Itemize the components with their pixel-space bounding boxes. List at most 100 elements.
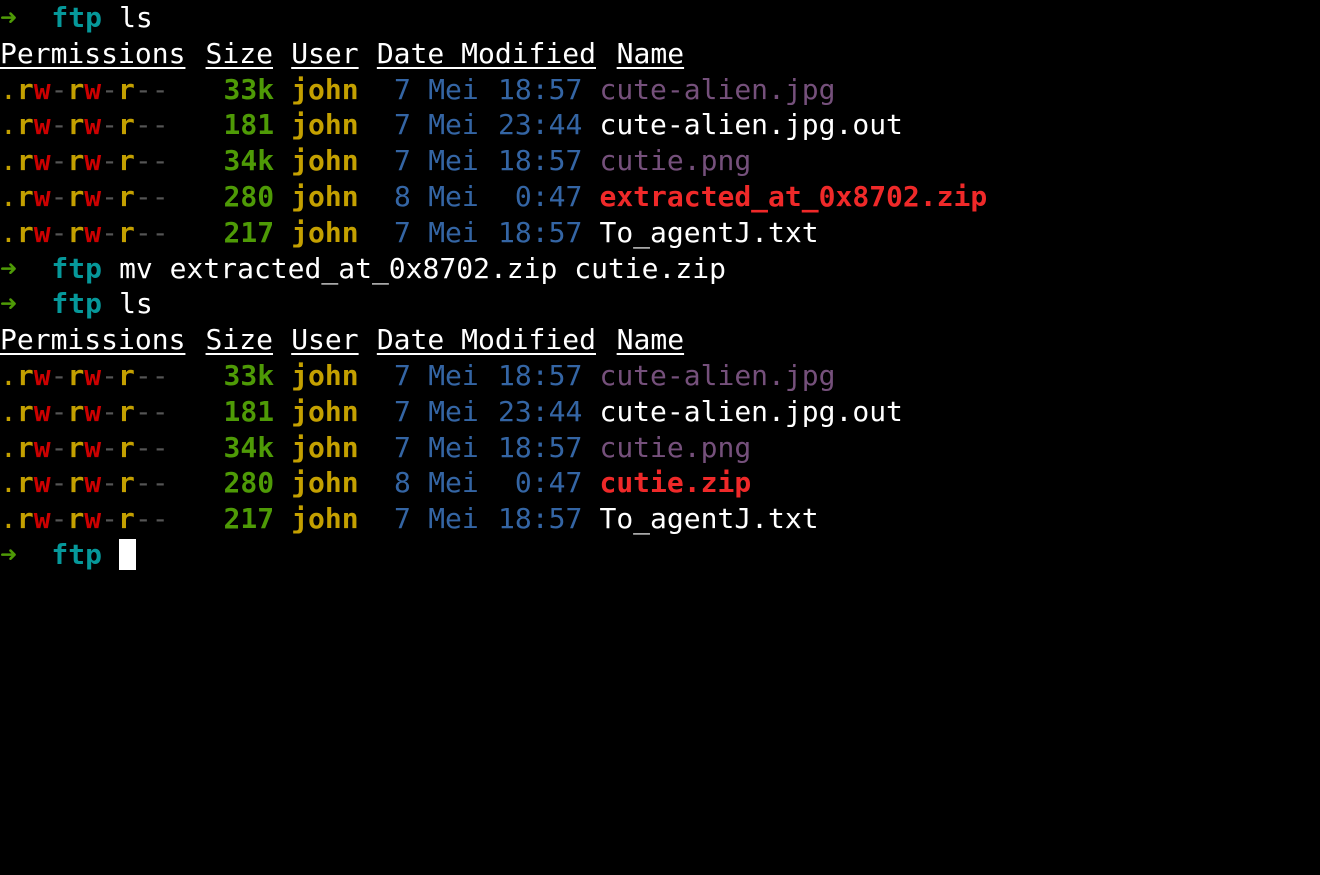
date-month: Mei	[428, 215, 479, 249]
command-text: mv extracted_at_0x8702.zip cutie.zip	[119, 251, 726, 285]
size-cell: 280	[223, 466, 275, 500]
file-row: .rw-rw-r-- 33k john 7 Mei 18:57 cute-ali…	[0, 72, 1320, 108]
command-text: ls	[119, 1, 153, 34]
size-cell: 34k	[223, 144, 275, 178]
filename-cell: cutie.png	[599, 430, 752, 464]
prompt-arrow-icon: ➜	[0, 251, 17, 285]
permissions-cell: .rw-rw-r--	[0, 72, 169, 106]
file-row: .rw-rw-r-- 280 john 8 Mei 0:47 extracted…	[0, 179, 1320, 215]
user-cell: john	[291, 215, 359, 249]
file-row: .rw-rw-r-- 34k john 7 Mei 18:57 cutie.pn…	[0, 143, 1320, 179]
date-day: 7	[393, 358, 411, 392]
date-time: 0:47	[514, 179, 583, 213]
date-month: Mei	[428, 502, 479, 536]
permissions-cell: .rw-rw-r--	[0, 108, 169, 142]
date-time: 18:57	[498, 215, 583, 249]
text-cursor[interactable]	[119, 539, 137, 571]
prompt-arrow-icon: ➜	[0, 1, 17, 34]
user-cell: john	[291, 502, 359, 536]
date-day: 7	[393, 144, 411, 178]
filename-cell: cute-alien.jpg.out	[599, 108, 903, 142]
user-cell: john	[291, 144, 359, 178]
file-listing: .rw-rw-r-- 33k john 7 Mei 18:57 cute-ali…	[0, 72, 1320, 251]
listing-header: Permissions Size User Date Modified Name	[0, 322, 1320, 358]
size-cell: 217	[223, 502, 275, 536]
size-cell: 33k	[223, 72, 275, 106]
user-cell: john	[291, 430, 359, 464]
user-cell: john	[291, 108, 359, 142]
filename-cell: cute-alien.jpg	[599, 72, 836, 106]
prompt-line: ➜ ftp mv extracted_at_0x8702.zip cutie.z…	[0, 251, 1320, 287]
date-month: Mei	[428, 430, 479, 464]
date-day: 7	[393, 108, 411, 142]
date-time: 18:57	[498, 358, 583, 392]
permissions-cell: .rw-rw-r--	[0, 394, 169, 428]
prompt-arrow-icon: ➜	[0, 537, 17, 571]
user-cell: john	[291, 179, 359, 213]
date-time: 18:57	[498, 430, 583, 464]
date-day: 8	[393, 466, 411, 500]
prompt-dir: ftp	[51, 287, 102, 321]
file-row: .rw-rw-r-- 217 john 7 Mei 18:57 To_agent…	[0, 501, 1320, 537]
file-row: .rw-rw-r-- 217 john 7 Mei 18:57 To_agent…	[0, 215, 1320, 251]
date-time: 0:47	[514, 466, 583, 500]
prompt-dir: ftp	[51, 1, 102, 34]
filename-cell: To_agentJ.txt	[599, 502, 819, 536]
file-row: .rw-rw-r-- 181 john 7 Mei 23:44 cute-ali…	[0, 107, 1320, 143]
date-month: Mei	[428, 179, 479, 213]
prompt-line: ➜ ftp ls	[0, 0, 1320, 36]
listing-header: Permissions Size User Date Modified Name	[0, 36, 1320, 72]
date-month: Mei	[428, 108, 479, 142]
file-row: .rw-rw-r-- 181 john 7 Mei 23:44 cute-ali…	[0, 394, 1320, 430]
header-name: Name	[616, 323, 685, 357]
header-size: Size	[205, 36, 273, 70]
date-month: Mei	[428, 72, 479, 106]
size-cell: 181	[223, 108, 275, 142]
date-month: Mei	[428, 394, 479, 428]
permissions-cell: .rw-rw-r--	[0, 215, 169, 249]
header-date-modified: Date Modified	[376, 323, 596, 357]
filename-cell: extracted_at_0x8702.zip	[599, 179, 988, 213]
prompt-line: ➜ ftp ls	[0, 286, 1320, 322]
user-cell: john	[291, 358, 359, 392]
prompt-line-active[interactable]: ➜ ftp	[0, 537, 1320, 573]
date-day: 8	[393, 179, 411, 213]
command-text: ls	[119, 287, 153, 321]
date-day: 7	[393, 502, 411, 536]
header-permissions: Permissions	[0, 36, 186, 70]
terminal-window[interactable]: ➜ ftp ls Permissions Size User Date Modi…	[0, 0, 1320, 875]
permissions-cell: .rw-rw-r--	[0, 179, 169, 213]
date-day: 7	[393, 215, 411, 249]
date-time: 18:57	[498, 144, 583, 178]
header-size: Size	[205, 323, 273, 357]
size-cell: 280	[223, 179, 275, 213]
date-time: 23:44	[498, 394, 583, 428]
permissions-cell: .rw-rw-r--	[0, 430, 169, 464]
date-time: 18:57	[498, 502, 583, 536]
size-cell: 217	[223, 215, 275, 249]
filename-cell: cutie.zip	[599, 466, 752, 500]
header-permissions: Permissions	[0, 323, 186, 357]
date-month: Mei	[428, 466, 479, 500]
user-cell: john	[291, 394, 359, 428]
user-cell: john	[291, 466, 359, 500]
date-time: 18:57	[498, 72, 583, 106]
user-cell: john	[291, 72, 359, 106]
permissions-cell: .rw-rw-r--	[0, 358, 169, 392]
filename-cell: cute-alien.jpg.out	[599, 394, 903, 428]
date-day: 7	[393, 430, 411, 464]
date-month: Mei	[428, 144, 479, 178]
prompt-dir: ftp	[51, 537, 102, 571]
date-day: 7	[393, 394, 411, 428]
file-row: .rw-rw-r-- 280 john 8 Mei 0:47 cutie.zip	[0, 465, 1320, 501]
filename-cell: To_agentJ.txt	[599, 215, 819, 249]
filename-cell: cute-alien.jpg	[599, 358, 836, 392]
prompt-arrow-icon: ➜	[0, 287, 17, 321]
permissions-cell: .rw-rw-r--	[0, 144, 169, 178]
size-cell: 34k	[223, 430, 275, 464]
permissions-cell: .rw-rw-r--	[0, 502, 169, 536]
permissions-cell: .rw-rw-r--	[0, 466, 169, 500]
file-row: .rw-rw-r-- 33k john 7 Mei 18:57 cute-ali…	[0, 358, 1320, 394]
prompt-dir: ftp	[51, 251, 102, 285]
filename-cell: cutie.png	[599, 144, 752, 178]
